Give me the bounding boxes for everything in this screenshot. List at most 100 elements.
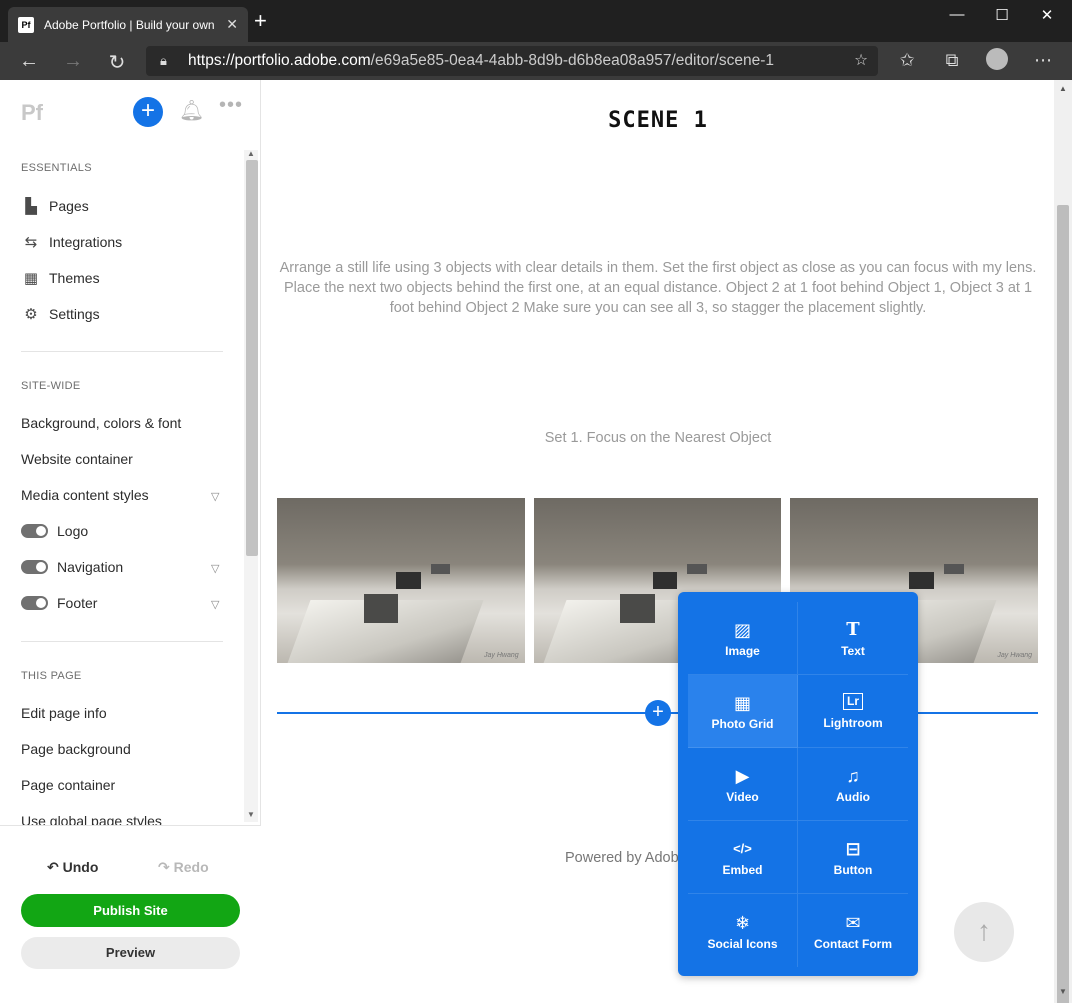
option-label: Photo Grid bbox=[711, 717, 774, 731]
essentials-heading: ESSENTIALS bbox=[21, 162, 92, 174]
back-icon[interactable]: ← bbox=[16, 50, 42, 73]
chevron-down-icon[interactable]: ▽ bbox=[211, 490, 219, 503]
forward-icon[interactable]: → bbox=[60, 50, 86, 73]
option-label: Lightroom bbox=[823, 715, 883, 730]
close-tab-icon[interactable]: ✕ bbox=[226, 16, 238, 33]
sidebar-item-logo[interactable]: Logo bbox=[21, 523, 88, 539]
navigation-toggle[interactable] bbox=[21, 560, 48, 574]
undo-button[interactable]: ↶ Undo bbox=[47, 859, 98, 876]
redo-icon: ↷ bbox=[158, 859, 174, 875]
sidebar-item-background-colors-font[interactable]: Background, colors & font bbox=[21, 415, 181, 431]
swap-arrows-icon: ⇆ bbox=[24, 234, 38, 251]
footer-toggle[interactable] bbox=[21, 596, 48, 610]
image-icon: ▨ bbox=[733, 620, 751, 640]
option-label: Video bbox=[726, 790, 759, 804]
browser-toolbar: ← → ↻ 🔒︎ https://portfolio.adobe.com/e69… bbox=[0, 42, 1072, 80]
sidebar-item-page-container[interactable]: Page container bbox=[21, 777, 115, 793]
redo-button[interactable]: ↷ Redo bbox=[158, 859, 209, 876]
sitewide-heading: SITE-WIDE bbox=[21, 380, 81, 392]
thispage-heading: THIS PAGE bbox=[21, 670, 82, 682]
scroll-down-arrow-icon[interactable]: ▼ bbox=[1059, 987, 1067, 996]
sidebar-item-footer[interactable]: Footer bbox=[21, 595, 97, 611]
sidebar-item-use-global-page-styles[interactable]: Use global page styles bbox=[21, 813, 162, 825]
gear-icon: ⚙ bbox=[24, 306, 38, 323]
sidebar-item-label: Navigation bbox=[57, 559, 124, 575]
refresh-icon[interactable]: ↻ bbox=[104, 50, 130, 75]
add-button[interactable]: + bbox=[133, 97, 163, 127]
add-photo-grid-option[interactable]: ▦ Photo Grid bbox=[688, 675, 798, 748]
preview-button[interactable]: Preview bbox=[21, 937, 240, 969]
undo-label: Undo bbox=[62, 859, 99, 875]
more-options-icon[interactable]: ••• bbox=[219, 94, 243, 117]
url-host: https://portfolio.adobe.com bbox=[188, 52, 371, 69]
sidebar-item-integrations[interactable]: ⇆ Integrations bbox=[21, 233, 122, 251]
more-menu-icon[interactable]: ⋯ bbox=[1030, 50, 1056, 71]
add-button-option[interactable]: ⊟ Button bbox=[798, 821, 908, 894]
new-tab-button[interactable]: + bbox=[254, 10, 267, 32]
add-content-popover: ▨ Image T Text ▦ Photo Grid Lr Lightroom… bbox=[678, 592, 918, 976]
editor-sidebar: Pf + 🔔︎ ••• ▲ ▼ ESSENTIALS ▙ Pages ⇆ Int… bbox=[0, 80, 261, 1003]
logo-toggle[interactable] bbox=[21, 524, 48, 538]
undo-icon: ↶ bbox=[47, 859, 63, 875]
option-label: Social Icons bbox=[707, 936, 778, 951]
option-label: Button bbox=[833, 863, 873, 877]
add-video-option[interactable]: ▶ Video bbox=[688, 748, 798, 821]
sidebar-item-page-background[interactable]: Page background bbox=[21, 741, 131, 757]
photo-1[interactable]: Jay Hwang bbox=[277, 498, 525, 663]
add-embed-option[interactable]: </> Embed bbox=[688, 821, 798, 894]
add-audio-option[interactable]: ♫ Audio bbox=[798, 748, 908, 821]
add-contact-form-option[interactable]: ✉ Contact Form bbox=[798, 894, 908, 967]
address-bar[interactable]: 🔒︎ https://portfolio.adobe.com/e69a5e85-… bbox=[146, 46, 878, 76]
sidebar-item-website-container[interactable]: Website container bbox=[21, 451, 133, 467]
option-label: Embed bbox=[722, 863, 763, 877]
redo-label: Redo bbox=[173, 859, 209, 875]
publish-site-button[interactable]: Publish Site bbox=[21, 894, 240, 927]
page-title[interactable]: SCENE 1 bbox=[262, 108, 1054, 133]
code-icon: </> bbox=[733, 841, 752, 856]
scroll-to-top-button[interactable]: ↑ bbox=[954, 902, 1014, 962]
favorite-star-icon[interactable]: ☆ bbox=[854, 46, 868, 76]
photo-watermark: Jay Hwang bbox=[997, 652, 1033, 659]
scroll-up-arrow-icon[interactable]: ▲ bbox=[1059, 84, 1067, 93]
portfolio-logo: Pf bbox=[21, 100, 43, 125]
page-icon: ▙ bbox=[25, 198, 37, 215]
insert-content-button[interactable]: + bbox=[645, 700, 671, 726]
maximize-icon[interactable]: ☐ bbox=[987, 6, 1017, 24]
bell-icon[interactable]: 🔔︎ bbox=[179, 98, 204, 123]
tab-title: Adobe Portfolio | Build your own bbox=[44, 17, 215, 32]
sidebar-item-themes[interactable]: ▦ Themes bbox=[21, 269, 100, 287]
favorites-icon[interactable]: ✩ bbox=[894, 50, 920, 71]
sidebar-item-pages[interactable]: ▙ Pages bbox=[21, 197, 88, 215]
sidebar-item-label: Settings bbox=[49, 306, 100, 322]
chevron-down-icon[interactable]: ▽ bbox=[211, 562, 219, 575]
add-lightroom-option[interactable]: Lr Lightroom bbox=[798, 675, 908, 748]
layout-icon: ▦ bbox=[23, 270, 39, 287]
photo-grid[interactable]: Jay Hwang Jay Hwang Jay Hwang bbox=[277, 498, 1039, 663]
social-icon: ❄ bbox=[734, 912, 751, 933]
add-image-option[interactable]: ▨ Image bbox=[688, 602, 798, 675]
chevron-down-icon[interactable]: ▽ bbox=[211, 598, 219, 611]
music-note-icon: ♫ bbox=[846, 766, 860, 786]
photo-watermark: Jay Hwang bbox=[484, 652, 519, 659]
minimize-icon[interactable]: — bbox=[942, 6, 972, 23]
collections-icon[interactable]: ⧉ bbox=[939, 50, 965, 71]
close-window-icon[interactable]: ✕ bbox=[1032, 6, 1062, 24]
page-description[interactable]: Arrange a still life using 3 objects wit… bbox=[278, 258, 1038, 318]
browser-titlebar: Pf Adobe Portfolio | Build your own ✕ + … bbox=[0, 0, 1072, 42]
sidebar-item-navigation[interactable]: Navigation bbox=[21, 559, 123, 575]
add-social-icons-option[interactable]: ❄ Social Icons bbox=[688, 894, 798, 967]
sidebar-item-media-content-styles[interactable]: Media content styles bbox=[21, 487, 149, 503]
sidebar-item-edit-page-info[interactable]: Edit page info bbox=[21, 705, 107, 721]
option-label: Audio bbox=[836, 790, 870, 804]
add-text-option[interactable]: T Text bbox=[798, 602, 908, 675]
page-scrollbar-thumb[interactable] bbox=[1057, 205, 1069, 1003]
page-scrollbar[interactable]: ▲ ▼ bbox=[1054, 80, 1072, 1003]
lock-icon: 🔒︎ bbox=[160, 53, 167, 68]
adobe-portfolio-favicon: Pf bbox=[18, 16, 34, 33]
browser-tab[interactable]: Pf Adobe Portfolio | Build your own ✕ bbox=[8, 7, 248, 42]
set-label[interactable]: Set 1. Focus on the Nearest Object bbox=[262, 430, 1054, 446]
sidebar-item-label: Integrations bbox=[49, 234, 123, 250]
section-divider bbox=[21, 351, 223, 352]
profile-avatar[interactable] bbox=[986, 48, 1008, 70]
sidebar-item-settings[interactable]: ⚙ Settings bbox=[21, 305, 100, 323]
